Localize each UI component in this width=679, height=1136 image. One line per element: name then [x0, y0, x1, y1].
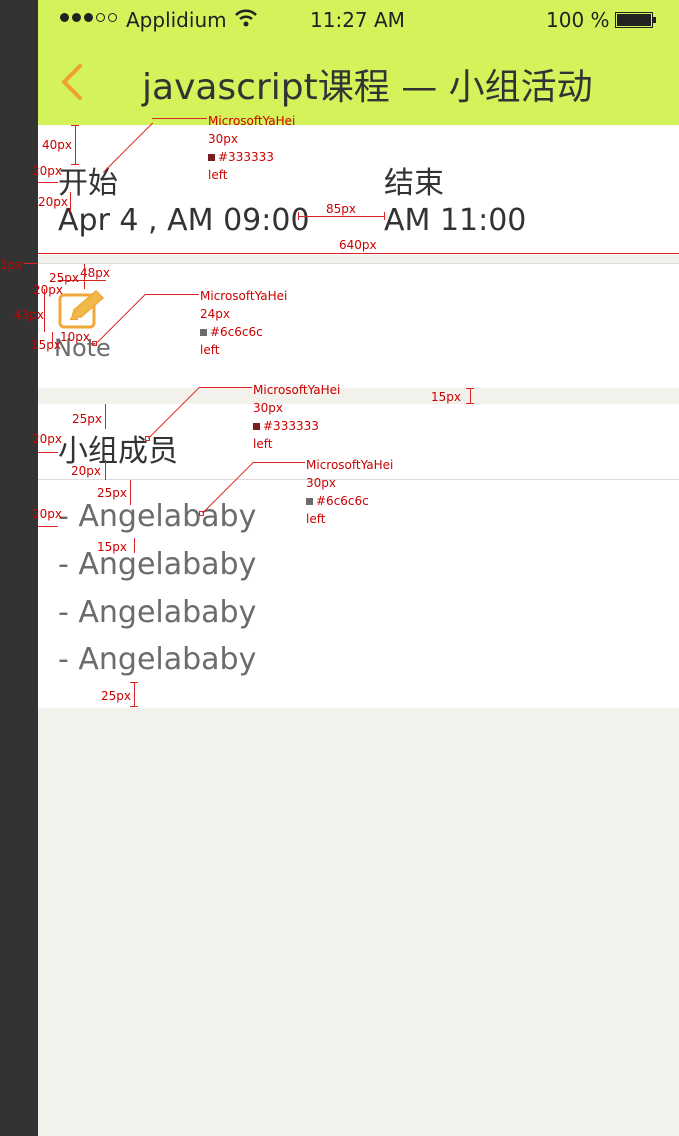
measure-label: 25px	[101, 689, 131, 703]
measure-label: 640px	[339, 238, 377, 252]
font-spec: MicrosoftYaHei 30px #6c6c6c left	[306, 458, 394, 526]
measure-label: 15px	[431, 390, 461, 404]
measure-label: 15px	[31, 338, 61, 352]
start-time-value[interactable]: Apr 4 , AM 09:00	[58, 203, 310, 238]
chevron-left-icon	[62, 64, 82, 100]
top-bar: Applidium 11:27 AM 100 % javascript课程 — …	[38, 0, 679, 125]
measure-label: 20px	[32, 507, 62, 521]
measure-label: 10px	[60, 330, 90, 344]
measure-label: 15px	[97, 540, 127, 554]
measure-label: 20px	[32, 164, 62, 178]
measure-label: 25px	[97, 486, 127, 500]
status-time: 11:27 AM	[310, 8, 405, 32]
phone-screen: Applidium 11:27 AM 100 % javascript课程 — …	[38, 0, 679, 1136]
battery-percent: 100 %	[546, 8, 610, 32]
font-spec: MicrosoftYaHei 30px #333333 left	[208, 114, 296, 182]
member-item[interactable]: - Angelababy	[58, 499, 256, 534]
edit-note-icon	[58, 289, 106, 329]
member-item[interactable]: - Angelababy	[58, 642, 256, 677]
measure-label: 43px	[14, 308, 44, 322]
back-button[interactable]	[56, 60, 88, 104]
status-bar: Applidium 11:27 AM 100 %	[38, 0, 679, 40]
measure-label: 20px	[33, 283, 63, 297]
members-section: 小组成员 - Angelababy - Angelababy - Angelab…	[38, 404, 679, 708]
measure-label: 20px	[71, 464, 101, 478]
member-item[interactable]: - Angelababy	[58, 547, 256, 582]
font-spec: MicrosoftYaHei 24px #6c6c6c left	[200, 289, 288, 357]
measure-label: 25px	[72, 412, 102, 426]
measure-label: 85px	[326, 202, 356, 216]
measure-label: 40px	[42, 138, 72, 152]
measure-label: 20px	[32, 432, 62, 446]
carrier-name: Applidium	[126, 8, 227, 32]
measure-label: 1px	[0, 258, 23, 272]
note-section[interactable]: Note	[38, 264, 679, 388]
navigation-bar: javascript课程 — 小组活动	[38, 40, 679, 125]
signal-icon	[60, 13, 117, 22]
measure-label: 20px	[38, 195, 68, 209]
page-title: javascript课程 — 小组活动	[142, 67, 593, 108]
end-time-value[interactable]: AM 11:00	[384, 203, 526, 238]
wifi-icon	[234, 9, 258, 32]
battery-icon	[615, 12, 656, 28]
member-item[interactable]: - Angelababy	[58, 595, 256, 630]
end-label: 结束	[384, 166, 444, 201]
font-spec: MicrosoftYaHei 30px #333333 left	[253, 383, 341, 451]
